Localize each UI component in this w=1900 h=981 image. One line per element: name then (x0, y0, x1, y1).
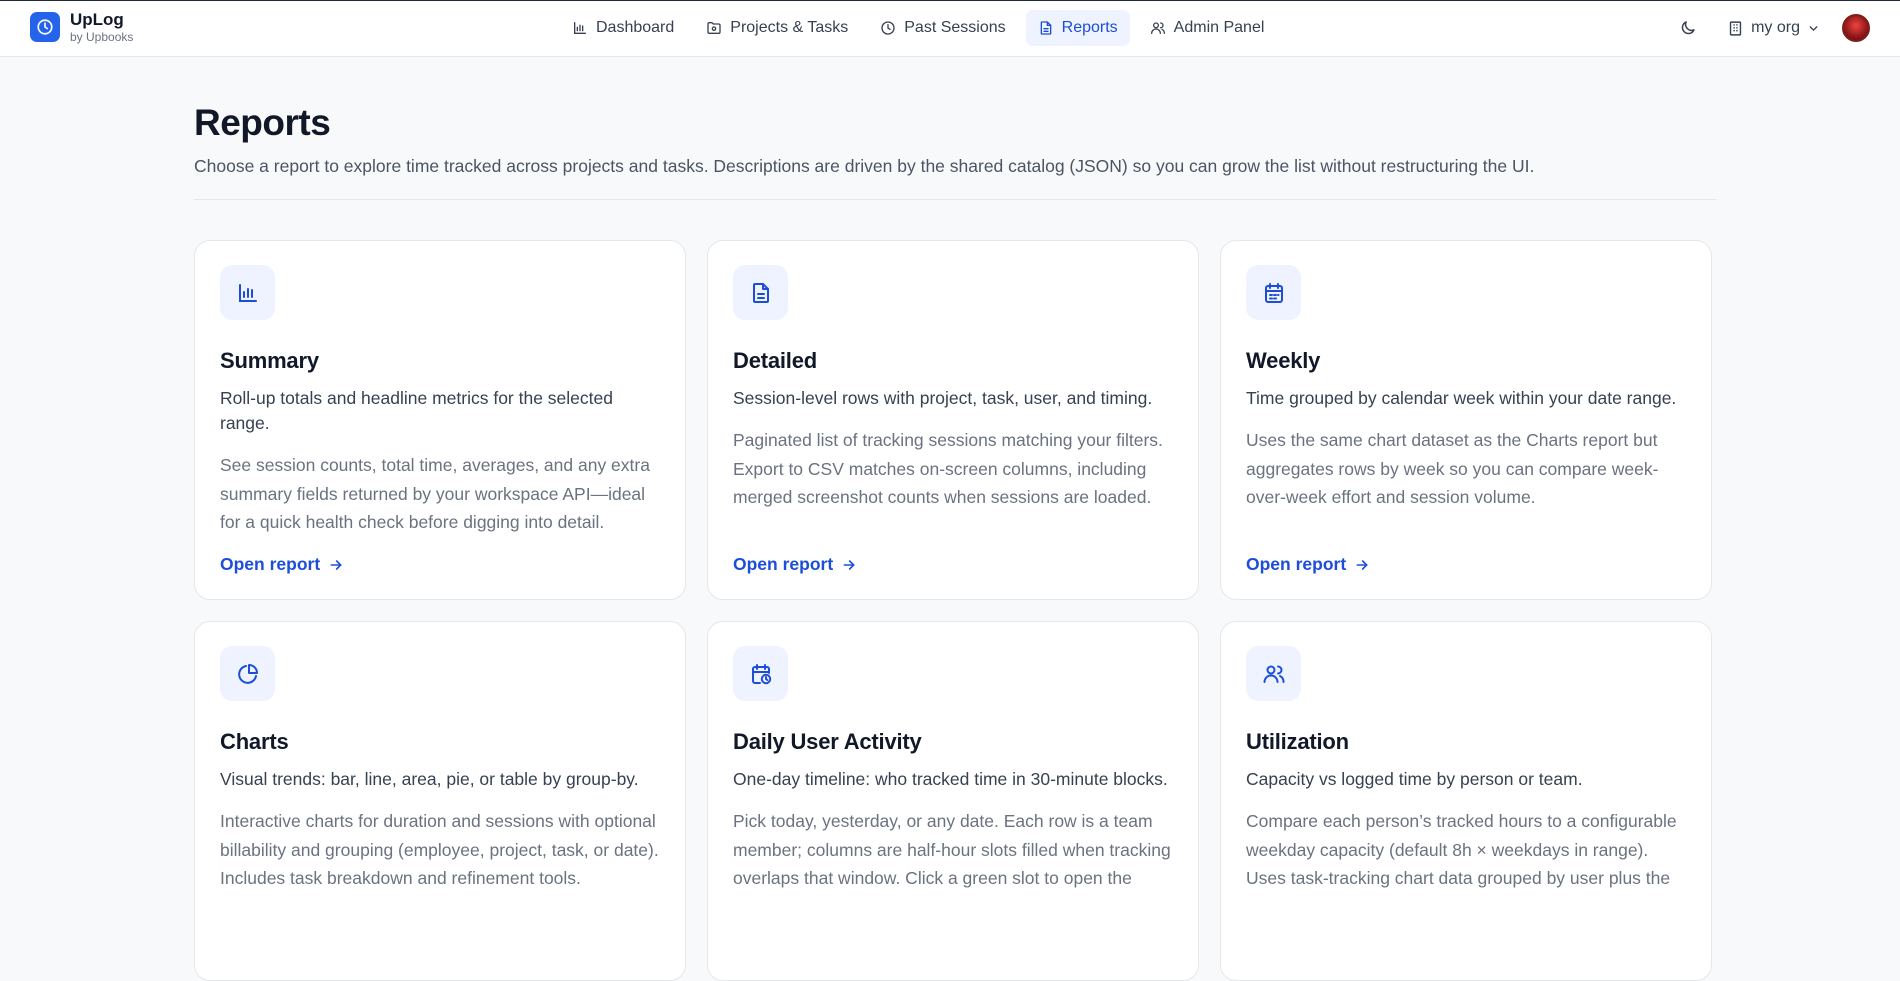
file-text-icon (733, 265, 788, 320)
card-detail: Interactive charts for duration and sess… (220, 811, 659, 888)
org-label: my org (1751, 19, 1800, 36)
top-bar: UpLog by Upbooks Dashboard Projects & Ta… (0, 1, 1900, 57)
card-detail: Paginated list of tracking sessions matc… (733, 430, 1163, 507)
calendar-clock-icon (733, 646, 788, 701)
card-detail: Pick today, yesterday, or any date. Each… (733, 811, 1171, 888)
arrow-right-icon (330, 559, 342, 570)
open-report-link[interactable]: Open report (1246, 554, 1370, 575)
nav-projects-tasks[interactable]: Projects & Tasks (694, 10, 860, 46)
open-report-link[interactable]: Open report (733, 554, 857, 575)
link-label: Open report (220, 554, 321, 574)
nav-label: Past Sessions (904, 19, 1006, 36)
users-icon (1150, 22, 1165, 34)
open-report-link[interactable]: Open report (220, 554, 344, 575)
avatar[interactable] (1842, 14, 1870, 42)
nav-reports[interactable]: Reports (1025, 10, 1130, 46)
header-tools: my org (1671, 11, 1870, 45)
card-detail: See session counts, total time, averages… (220, 455, 650, 532)
link-label: Open report (1246, 554, 1347, 574)
card-title: Summary (220, 348, 319, 373)
arrow-right-icon (1356, 559, 1368, 570)
nav-dashboard[interactable]: Dashboard (560, 10, 686, 46)
report-grid: Summary Roll-up totals and headline metr… (194, 240, 1716, 981)
arrow-right-icon (843, 559, 855, 570)
nav-label: Admin Panel (1173, 19, 1265, 36)
brand[interactable]: UpLog by Upbooks (30, 11, 133, 43)
bar-chart-icon (220, 265, 275, 320)
bar-chart-icon (574, 22, 586, 34)
clock-icon (30, 12, 60, 42)
building-icon (1729, 20, 1742, 36)
card-summary: Time grouped by calendar week within you… (1246, 388, 1677, 408)
card-title: Utilization (1246, 729, 1349, 754)
card-title: Charts (220, 729, 289, 754)
card-summary: Session-level rows with project, task, u… (733, 388, 1153, 408)
divider (194, 199, 1716, 200)
nav-past-sessions[interactable]: Past Sessions (868, 10, 1017, 46)
nav-label: Reports (1061, 19, 1118, 36)
report-card-charts: Charts Visual trends: bar, line, area, p… (194, 621, 686, 981)
report-card-daily-user-activity: Daily User Activity One-day timeline: wh… (707, 621, 1199, 981)
card-summary: Roll-up totals and headline metrics for … (220, 388, 613, 433)
card-detail: Uses the same chart dataset as the Chart… (1246, 430, 1659, 507)
card-title: Daily User Activity (733, 729, 922, 754)
page-title: Reports (194, 102, 331, 143)
card-summary: Visual trends: bar, line, area, pie, or … (220, 769, 639, 789)
card-title: Weekly (1246, 348, 1321, 373)
report-card-detailed: Detailed Session-level rows with project… (707, 240, 1199, 600)
moon-icon (1681, 21, 1695, 35)
calendar-icon (1246, 265, 1301, 320)
users-icon (1246, 646, 1301, 701)
page-description: Choose a report to explore time tracked … (194, 156, 1535, 176)
report-card-utilization: Utilization Capacity vs logged time by p… (1220, 621, 1712, 981)
card-detail: Compare each person’s tracked hours to a… (1246, 811, 1677, 888)
theme-toggle-button[interactable] (1671, 11, 1705, 45)
nav-admin-panel[interactable]: Admin Panel (1138, 10, 1277, 46)
card-title: Detailed (733, 348, 817, 373)
link-label: Open report (733, 554, 834, 574)
main-nav: Dashboard Projects & Tasks Past Sessions… (560, 10, 1276, 46)
nav-label: Dashboard (596, 19, 675, 36)
report-card-summary: Summary Roll-up totals and headline metr… (194, 240, 686, 600)
brand-subtitle: by Upbooks (70, 30, 134, 44)
report-card-weekly: Weekly Time grouped by calendar week wit… (1220, 240, 1712, 600)
nav-label: Projects & Tasks (730, 19, 849, 36)
card-summary: Capacity vs logged time by person or tea… (1246, 769, 1583, 789)
chevron-down-icon (1809, 25, 1818, 31)
clock-icon (881, 21, 895, 35)
card-summary: One-day timeline: who tracked time in 30… (733, 769, 1168, 789)
pie-chart-icon (220, 646, 275, 701)
brand-name: UpLog (70, 10, 124, 29)
main-content: Reports Choose a report to explore time … (194, 58, 1716, 981)
folder-icon (707, 22, 721, 34)
file-text-icon (1040, 21, 1051, 35)
org-switcher[interactable]: my org (1727, 19, 1820, 37)
